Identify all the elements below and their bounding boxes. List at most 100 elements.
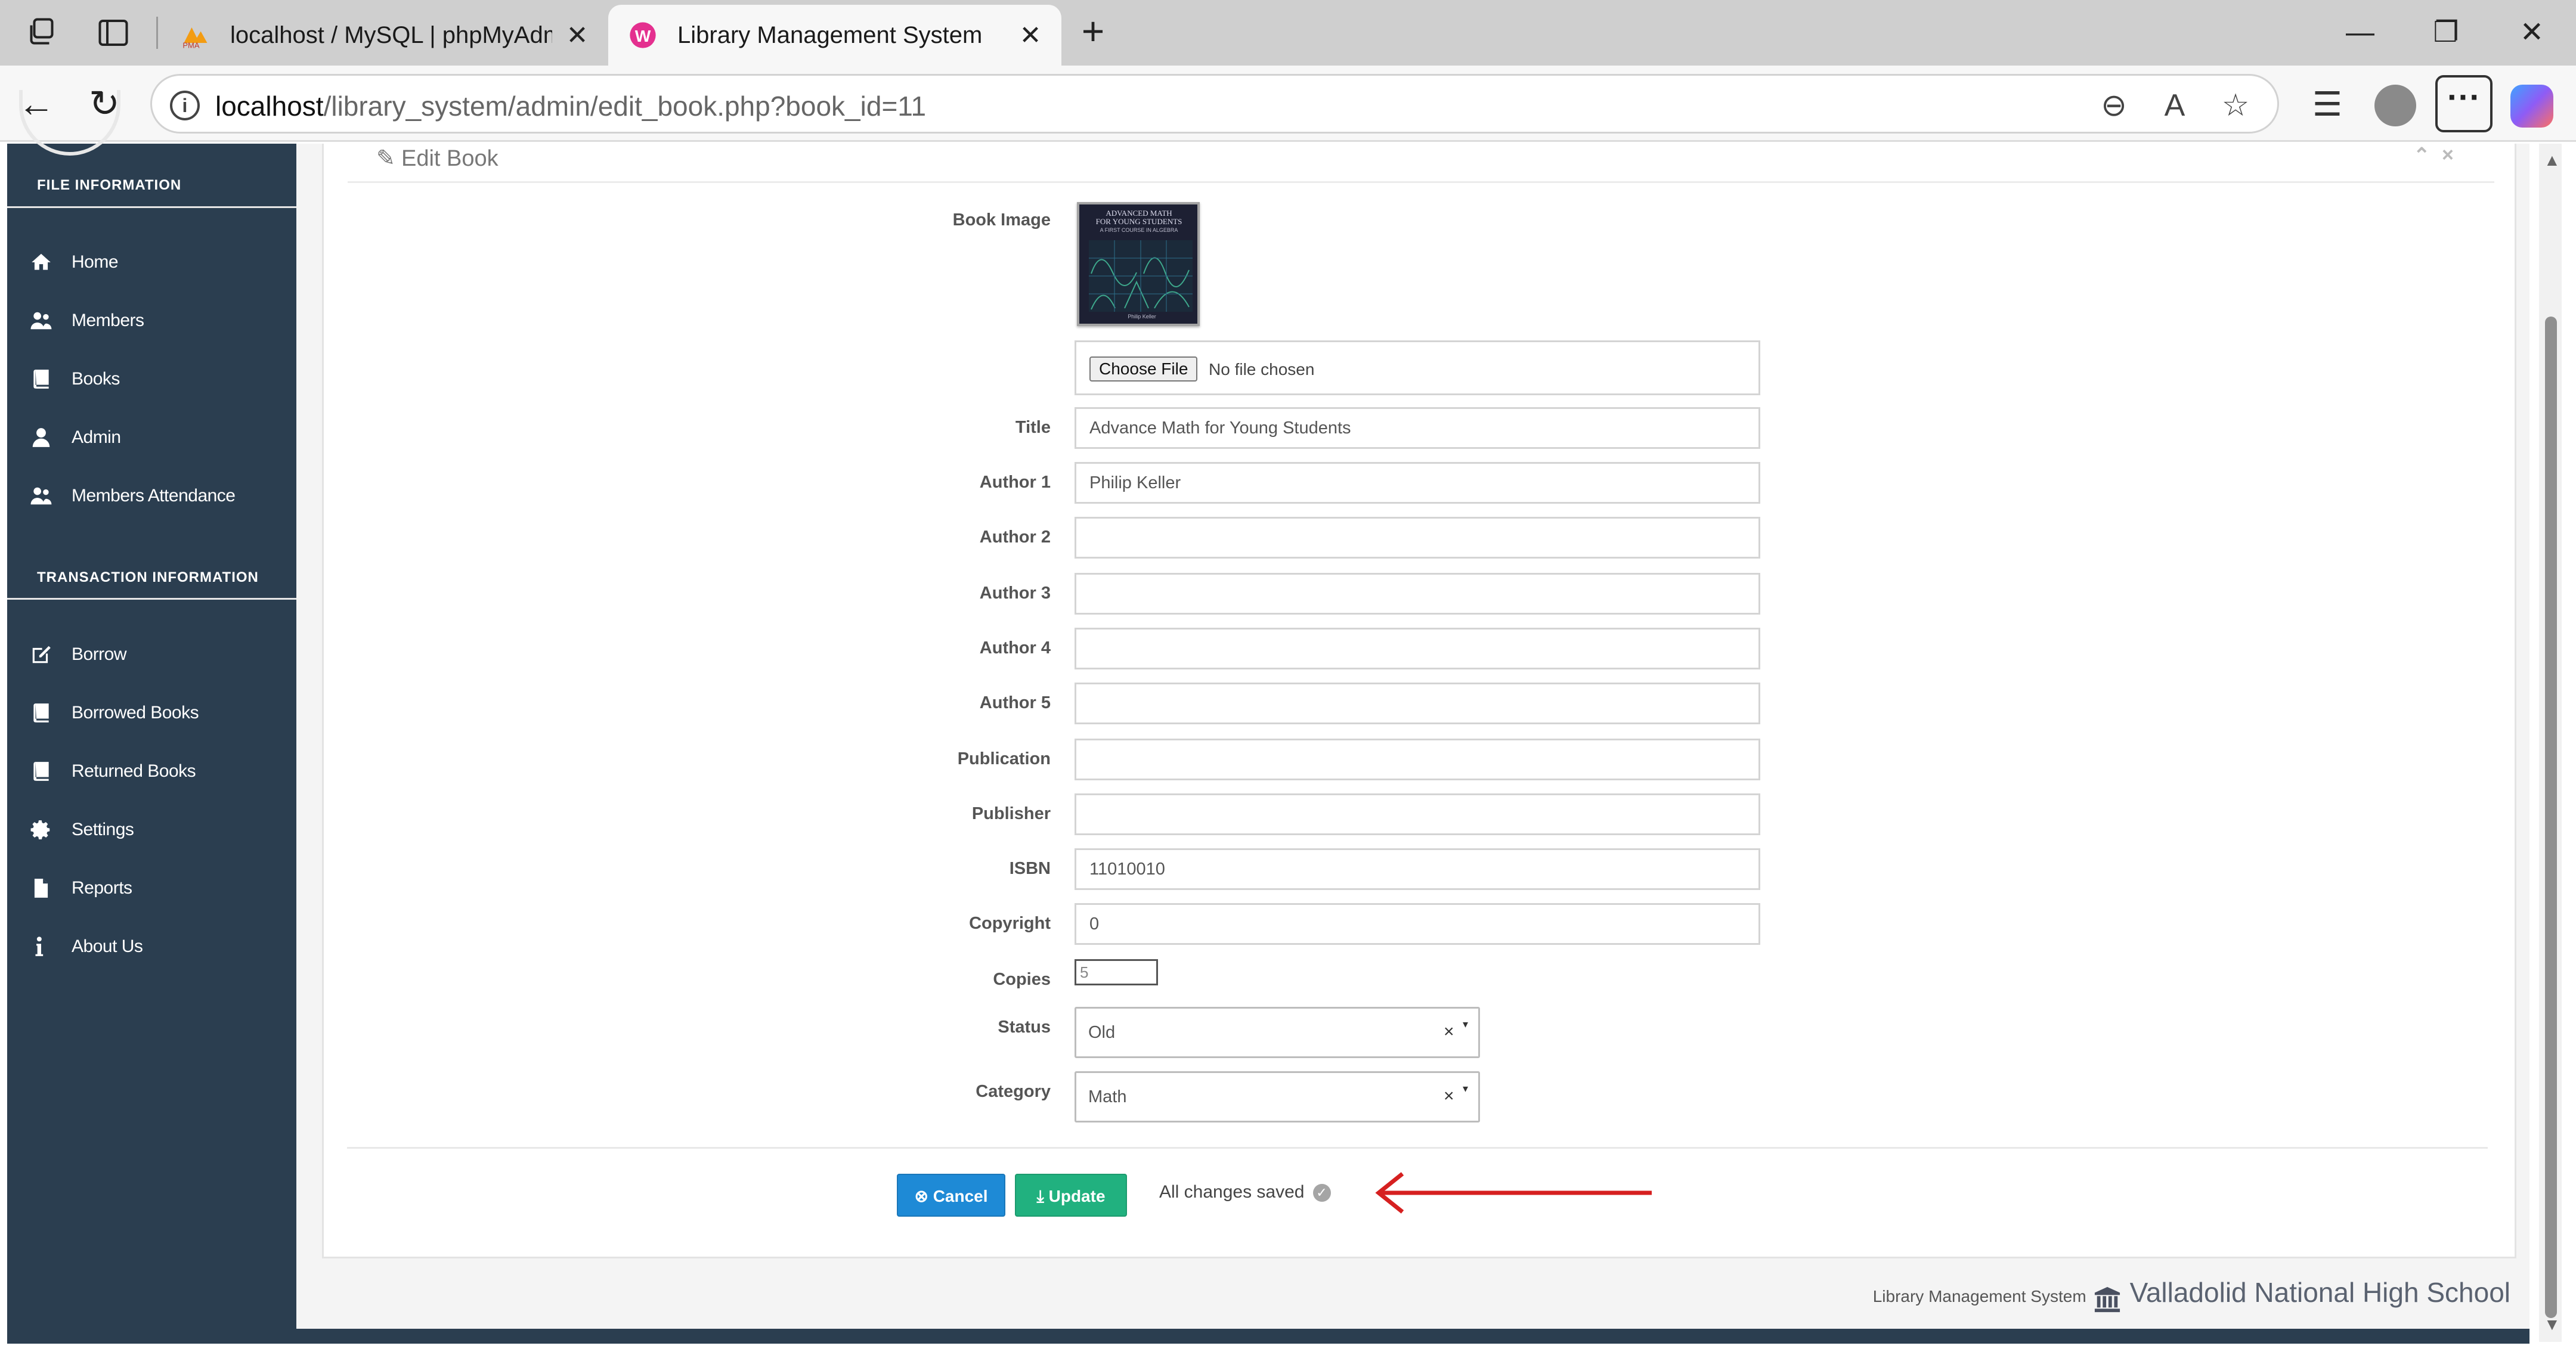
save-status: All changes saved ✓	[1159, 1182, 1331, 1202]
tab-title: localhost / MySQL | phpMyAdmin	[230, 21, 552, 48]
restore-button[interactable]: ❐	[2416, 13, 2476, 52]
cover-title: ADVANCED MATH FOR YOUNG STUDENTS	[1095, 209, 1182, 226]
workspaces-icon[interactable]	[24, 15, 60, 51]
label-title: Title	[1015, 418, 1051, 437]
vertical-tabs-icon[interactable]	[95, 15, 131, 51]
close-tab-icon[interactable]: ✕	[1017, 23, 1044, 49]
author5-input[interactable]	[1075, 683, 1760, 724]
choose-file-button[interactable]: Choose File	[1089, 356, 1198, 382]
sidebar-item-members[interactable]: Members	[30, 306, 144, 336]
new-tab-button[interactable]: +	[1073, 11, 1113, 52]
footer: Library Management System Valladolid Nat…	[1873, 1276, 2510, 1313]
status-select[interactable]: Old × ▾	[1075, 1007, 1480, 1058]
sidebar-item-reports[interactable]: Reports	[30, 873, 132, 903]
tab-library-system[interactable]: W Library Management System ✕	[608, 5, 1061, 66]
clear-icon[interactable]: ×	[1444, 1022, 1454, 1042]
label-category: Category	[976, 1082, 1051, 1101]
url-text: localhost/library_system/admin/edit_book…	[215, 91, 927, 122]
annotation-arrow	[1375, 1172, 1652, 1214]
scroll-down-icon[interactable]: ▼	[2544, 1315, 2560, 1334]
users-icon	[30, 309, 60, 333]
status-value: Old	[1088, 1023, 1116, 1042]
label-author4: Author 4	[979, 638, 1051, 658]
author4-input[interactable]	[1075, 628, 1760, 669]
info-icon	[30, 935, 60, 959]
label-copyright: Copyright	[969, 914, 1051, 933]
site-info-icon[interactable]: i	[170, 91, 200, 120]
app-icon: W	[626, 18, 660, 52]
label-author5: Author 5	[979, 693, 1051, 712]
pencil-icon: ✎	[376, 146, 395, 171]
sidebar-item-settings[interactable]: Settings	[30, 815, 134, 845]
copilot-icon[interactable]	[2510, 85, 2553, 128]
users-icon	[30, 484, 60, 508]
book-image-file-input[interactable]: Choose File No file chosen	[1075, 340, 1760, 395]
page-content: FILE INFORMATION Home Members Books Admi…	[0, 90, 2576, 1352]
label-status: Status	[998, 1018, 1051, 1037]
zoom-out-icon[interactable]: ⊖	[2096, 88, 2132, 123]
tab-phpmyadmin[interactable]: PMA localhost / MySQL | phpMyAdmin ✕	[161, 5, 608, 66]
label-book-image: Book Image	[952, 210, 1051, 230]
caret-down-icon: ▾	[1463, 1083, 1469, 1094]
user-icon	[30, 426, 60, 449]
form-divider	[347, 1147, 2488, 1149]
sidebar-item-borrowed-books[interactable]: Borrowed Books	[30, 698, 199, 728]
minimize-button[interactable]: —	[2330, 13, 2390, 52]
sidebar-item-label: Borrow	[72, 644, 127, 664]
author2-input[interactable]	[1075, 517, 1760, 559]
isbn-input[interactable]	[1075, 848, 1760, 890]
favorites-icon[interactable]: ☰	[2305, 82, 2349, 126]
update-button[interactable]: ⤓ Update	[1015, 1174, 1127, 1217]
close-icon[interactable]: ×	[2442, 144, 2454, 167]
cancel-button[interactable]: ⊗ Cancel	[897, 1174, 1005, 1217]
read-aloud-icon[interactable]: A	[2157, 88, 2193, 123]
category-select[interactable]: Math × ▾	[1075, 1071, 1480, 1122]
collapse-icon[interactable]: ⌃	[2413, 144, 2431, 168]
author3-input[interactable]	[1075, 573, 1760, 615]
svg-text:W: W	[635, 27, 651, 45]
label-author1: Author 1	[979, 473, 1051, 492]
close-tab-icon[interactable]: ✕	[564, 23, 590, 49]
cancel-icon: ⊗	[914, 1187, 933, 1205]
label-author2: Author 2	[979, 528, 1051, 547]
sidebar-item-label: Reports	[72, 878, 132, 898]
sidebar-item-about-us[interactable]: About Us	[30, 932, 143, 962]
favorite-star-icon[interactable]: ☆	[2218, 88, 2253, 123]
sidebar-item-members-attendance[interactable]: Members Attendance	[30, 481, 236, 511]
author1-input[interactable]	[1075, 462, 1760, 504]
vertical-scrollbar[interactable]: ▲ ▼	[2539, 144, 2562, 1342]
divider	[7, 206, 296, 208]
label-publisher: Publisher	[971, 804, 1051, 823]
upload-icon: ⤓	[1036, 1187, 1049, 1205]
profile-avatar[interactable]	[2374, 85, 2416, 126]
svg-text:PMA: PMA	[182, 41, 200, 50]
sidebar-item-borrow[interactable]: Borrow	[30, 640, 127, 669]
close-window-button[interactable]: ✕	[2502, 13, 2562, 52]
sidebar-item-home[interactable]: Home	[30, 247, 119, 277]
sidebar-item-returned-books[interactable]: Returned Books	[30, 756, 196, 786]
footer-school-name: Valladolid National High School	[2129, 1277, 2510, 1308]
copies-input[interactable]: 5	[1075, 959, 1158, 985]
book-icon	[30, 367, 60, 391]
sidebar-item-admin[interactable]: Admin	[30, 423, 121, 452]
sidebar-heading-file: FILE INFORMATION	[37, 177, 182, 193]
clear-icon[interactable]: ×	[1444, 1086, 1454, 1106]
browser-tab-bar: PMA localhost / MySQL | phpMyAdmin ✕ W L…	[0, 0, 2576, 66]
copyright-input[interactable]	[1075, 903, 1760, 945]
institution-icon	[2092, 1286, 2122, 1313]
label-publication: Publication	[957, 749, 1051, 768]
sidebar-item-label: Members	[72, 311, 144, 330]
sidebar-item-label: Books	[72, 369, 120, 389]
sidebar-item-books[interactable]: Books	[30, 364, 120, 394]
publication-input[interactable]	[1075, 739, 1760, 780]
scrollbar-thumb[interactable]	[2545, 317, 2557, 1318]
scroll-up-icon[interactable]: ▲	[2544, 151, 2560, 170]
more-options-button[interactable]: ···	[2435, 75, 2493, 132]
sidebar-item-label: About Us	[72, 937, 143, 956]
publisher-input[interactable]	[1075, 793, 1760, 835]
address-bar[interactable]: i localhost/library_system/admin/edit_bo…	[150, 74, 2279, 134]
check-circle-icon: ✓	[1312, 1184, 1331, 1202]
sidebar-item-label: Members Attendance	[72, 486, 236, 506]
title-input[interactable]	[1075, 407, 1760, 449]
footer-band	[7, 1329, 2529, 1344]
